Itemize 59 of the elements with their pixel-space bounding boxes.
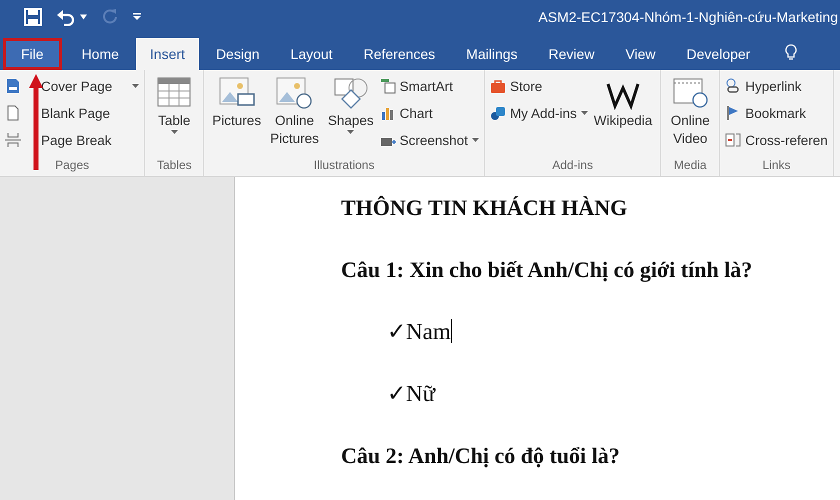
caret-icon (580, 111, 588, 115)
group-label: Add-ins (551, 158, 594, 174)
ribbon-tab[interactable]: Developer (672, 38, 764, 70)
ribbon-button[interactable]: Online Video (666, 72, 714, 158)
cover-page-icon (5, 78, 21, 94)
group-label: Media (672, 158, 708, 174)
ribbon-tab[interactable]: Layout (276, 38, 347, 70)
ribbon-button[interactable]: Store (490, 75, 588, 97)
ribbon-tab[interactable]: View (611, 38, 670, 70)
ribbon-button[interactable]: Page Break (5, 129, 140, 151)
hyperlink-icon (725, 78, 742, 94)
cross-reference-icon (725, 132, 742, 148)
caret-icon (170, 130, 178, 134)
ribbon-tab[interactable]: File (3, 38, 62, 70)
undo-icon[interactable] (56, 8, 76, 26)
group-label: Links (762, 158, 792, 174)
add-ins-icon (490, 105, 506, 121)
lightbulb-icon[interactable] (785, 44, 798, 62)
ribbon-tab[interactable]: Insert (136, 38, 199, 70)
group-label: Pages (54, 158, 90, 174)
caret-icon (472, 138, 479, 142)
ribbon-button[interactable]: Screenshot (380, 129, 479, 151)
document-paragraph: Câu 1: Xin cho biết Anh/Chị có giới tính là? (341, 256, 754, 284)
document-paragraph: ✓Nữ (386, 380, 437, 408)
caret-icon (347, 130, 354, 134)
ribbon-button[interactable]: My Add-ins (490, 102, 588, 124)
chart-icon (380, 105, 396, 121)
save-icon[interactable] (24, 8, 42, 26)
smartart-icon (380, 78, 396, 94)
ribbon-button[interactable]: Bookmark (725, 102, 828, 124)
ribbon-button[interactable]: Blank Page (5, 102, 140, 124)
caret-icon (132, 84, 140, 88)
online-picture-icon (275, 76, 314, 110)
group-label: Tables (156, 158, 193, 174)
document-paragraph: THÔNG TIN KHÁCH HÀNG (341, 194, 628, 222)
document-paragraph: ✓Nam (386, 318, 453, 346)
ribbon-tab[interactable]: Review (534, 38, 608, 70)
store-bag-icon (490, 78, 506, 94)
ribbon-button[interactable]: Table (150, 72, 198, 158)
ribbon-button[interactable]: Cross-referen (725, 129, 828, 151)
ribbon-button[interactable]: Online Pictures (267, 72, 322, 158)
group-label: Illustrations (312, 158, 376, 174)
document-paragraph: Câu 2: Anh/Chị có độ tuổi là? (341, 442, 621, 470)
ribbon-button[interactable]: Wikipedia (590, 72, 656, 158)
window-title: ASM2-EC17304-Nhóm-1-Nghiên-cứu-Marketing (538, 9, 839, 25)
ribbon-tab[interactable]: Home (68, 38, 133, 70)
ribbon-button[interactable]: SmartArt (380, 75, 479, 97)
ribbon-button[interactable]: Hyperlink (725, 75, 828, 97)
ribbon-button[interactable]: Shapes (324, 72, 377, 158)
ribbon-tab[interactable]: Design (202, 38, 274, 70)
ribbon-tab[interactable]: Mailings (452, 38, 532, 70)
ribbon-button[interactable]: Pictures (209, 72, 264, 158)
blank-page-icon (5, 105, 21, 121)
ribbon-tab[interactable]: References (350, 38, 450, 70)
page-break-icon (5, 132, 21, 148)
video-icon (671, 76, 710, 110)
customize-icon[interactable] (133, 13, 141, 21)
ribbon-button[interactable]: Chart (380, 102, 479, 124)
shapes-icon (332, 76, 370, 110)
